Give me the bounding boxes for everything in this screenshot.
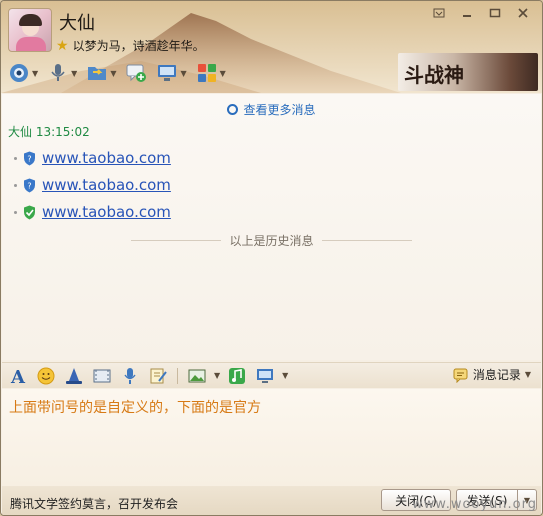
chat-history-icon [453, 368, 468, 383]
chat-window: 大仙 ★ 以梦为马，诗酒趁年华。 ▼ ▼ ▼ ▼ ▼ 斗战神 查看更多消息 大仙… [0, 0, 543, 516]
apps-button[interactable]: ▼ [196, 61, 226, 85]
chevron-down-icon[interactable]: ▼ [180, 69, 186, 78]
video-clip-button[interactable] [91, 365, 113, 387]
svg-text:?: ? [27, 181, 31, 190]
folder-icon [88, 67, 107, 80]
screen-share-button[interactable] [254, 365, 276, 387]
chat-toolbar: ▼ ▼ ▼ ▼ ▼ [8, 61, 226, 85]
input-toolbar: A ▼ ▼ 消息记录 ▼ [2, 362, 541, 388]
avatar[interactable] [8, 8, 52, 52]
clock-icon [227, 104, 239, 115]
video-call-button[interactable]: ▼ [8, 61, 38, 85]
svg-text:?: ? [27, 154, 31, 163]
create-discussion-button[interactable] [125, 61, 147, 85]
close-icon [518, 7, 528, 18]
magic-hat-icon [66, 367, 82, 384]
maximize-icon [489, 8, 501, 17]
contact-nickname[interactable]: 大仙 [59, 9, 95, 35]
notepad-pen-icon [150, 368, 167, 383]
message-history-label: 消息记录 [472, 368, 521, 382]
microphone-icon [51, 64, 65, 81]
svg-text:A: A [10, 367, 26, 386]
message-line: www.taobao.com [14, 203, 171, 221]
music-button[interactable] [226, 365, 248, 387]
chevron-down-icon[interactable]: ▼ [214, 371, 220, 380]
note-button[interactable] [147, 365, 169, 387]
webcam-icon [10, 64, 28, 82]
message-area: 查看更多消息 大仙 13:15:02 ? www.taobao.com ? ww… [2, 94, 541, 360]
message-line: ? www.taobao.com [14, 176, 171, 194]
toolbar-separator [177, 367, 178, 384]
divider-line [131, 240, 222, 241]
chevron-down-icon[interactable]: ▼ [282, 371, 288, 380]
message-link[interactable]: www.taobao.com [42, 149, 171, 167]
message-link[interactable]: www.taobao.com [42, 176, 171, 194]
maximize-button[interactable] [482, 4, 508, 21]
remote-assist-button[interactable]: ▼ [156, 61, 187, 85]
message-link[interactable]: www.taobao.com [42, 203, 171, 221]
minimize-button[interactable] [454, 4, 480, 21]
chevron-down-icon[interactable]: ▼ [71, 69, 77, 78]
bullet-dot [14, 156, 17, 160]
banner-text: 斗战神 [404, 63, 464, 87]
message-line: ? www.taobao.com [14, 149, 171, 167]
emoji-button[interactable] [35, 365, 57, 387]
chevron-down-icon[interactable]: ▼ [220, 69, 226, 78]
add-chat-icon [126, 64, 147, 82]
star-icon[interactable]: ★ [56, 38, 69, 54]
news-ad-link[interactable]: 腾讯文学签约莫言，召开发布会 [10, 495, 178, 512]
shield-question-icon: ? [24, 178, 35, 192]
microphone-icon [124, 367, 136, 384]
monitor-icon [257, 368, 274, 383]
game-ad-banner[interactable]: 斗战神 [398, 53, 538, 91]
send-file-button[interactable]: ▼ [86, 61, 116, 85]
music-note-icon [229, 367, 246, 384]
shake-button[interactable] [63, 365, 85, 387]
smiley-icon [37, 367, 55, 384]
history-divider: 以上是历史消息 [2, 232, 541, 249]
bullet-dot [14, 210, 17, 214]
film-icon [93, 369, 111, 382]
image-icon [188, 369, 206, 382]
close-window-button[interactable] [510, 4, 536, 21]
font-button[interactable]: A [7, 365, 29, 387]
chevron-down-icon[interactable]: ▼ [32, 69, 38, 78]
message-sender: 大仙 13:15:02 [8, 125, 90, 139]
message-input[interactable]: 上面带问号的是自定义的，下面的是官方 [2, 389, 541, 486]
screenshot-button[interactable] [186, 365, 208, 387]
view-more-messages-link[interactable]: 查看更多消息 [2, 101, 541, 118]
menu-icon [433, 8, 445, 17]
history-divider-label: 以上是历史消息 [229, 234, 314, 248]
chevron-down-icon[interactable]: ▼ [525, 370, 531, 379]
shield-check-icon [24, 205, 35, 219]
chevron-down-icon[interactable]: ▼ [110, 69, 116, 78]
header: 大仙 ★ 以梦为马，诗酒趁年华。 ▼ ▼ ▼ ▼ ▼ 斗战神 [1, 1, 542, 93]
menu-button[interactable] [426, 4, 452, 21]
view-more-label: 查看更多消息 [243, 103, 316, 117]
window-controls [426, 4, 536, 21]
bullet-dot [14, 183, 17, 187]
divider-line [321, 240, 412, 241]
contact-signature: 以梦为马，诗酒趁年华。 [72, 39, 205, 53]
signature-row: ★ 以梦为马，诗酒趁年华。 [56, 37, 205, 54]
apps-grid-icon [197, 64, 216, 82]
voice-message-button[interactable] [119, 365, 141, 387]
minimize-icon [463, 14, 471, 17]
message-history-button[interactable]: 消息记录 ▼ [453, 366, 531, 383]
shield-question-icon: ? [24, 151, 35, 165]
monitor-icon [158, 65, 177, 81]
voice-call-button[interactable]: ▼ [47, 61, 77, 85]
font-icon: A [10, 367, 26, 386]
watermark: www.wooyun.org [411, 497, 537, 512]
